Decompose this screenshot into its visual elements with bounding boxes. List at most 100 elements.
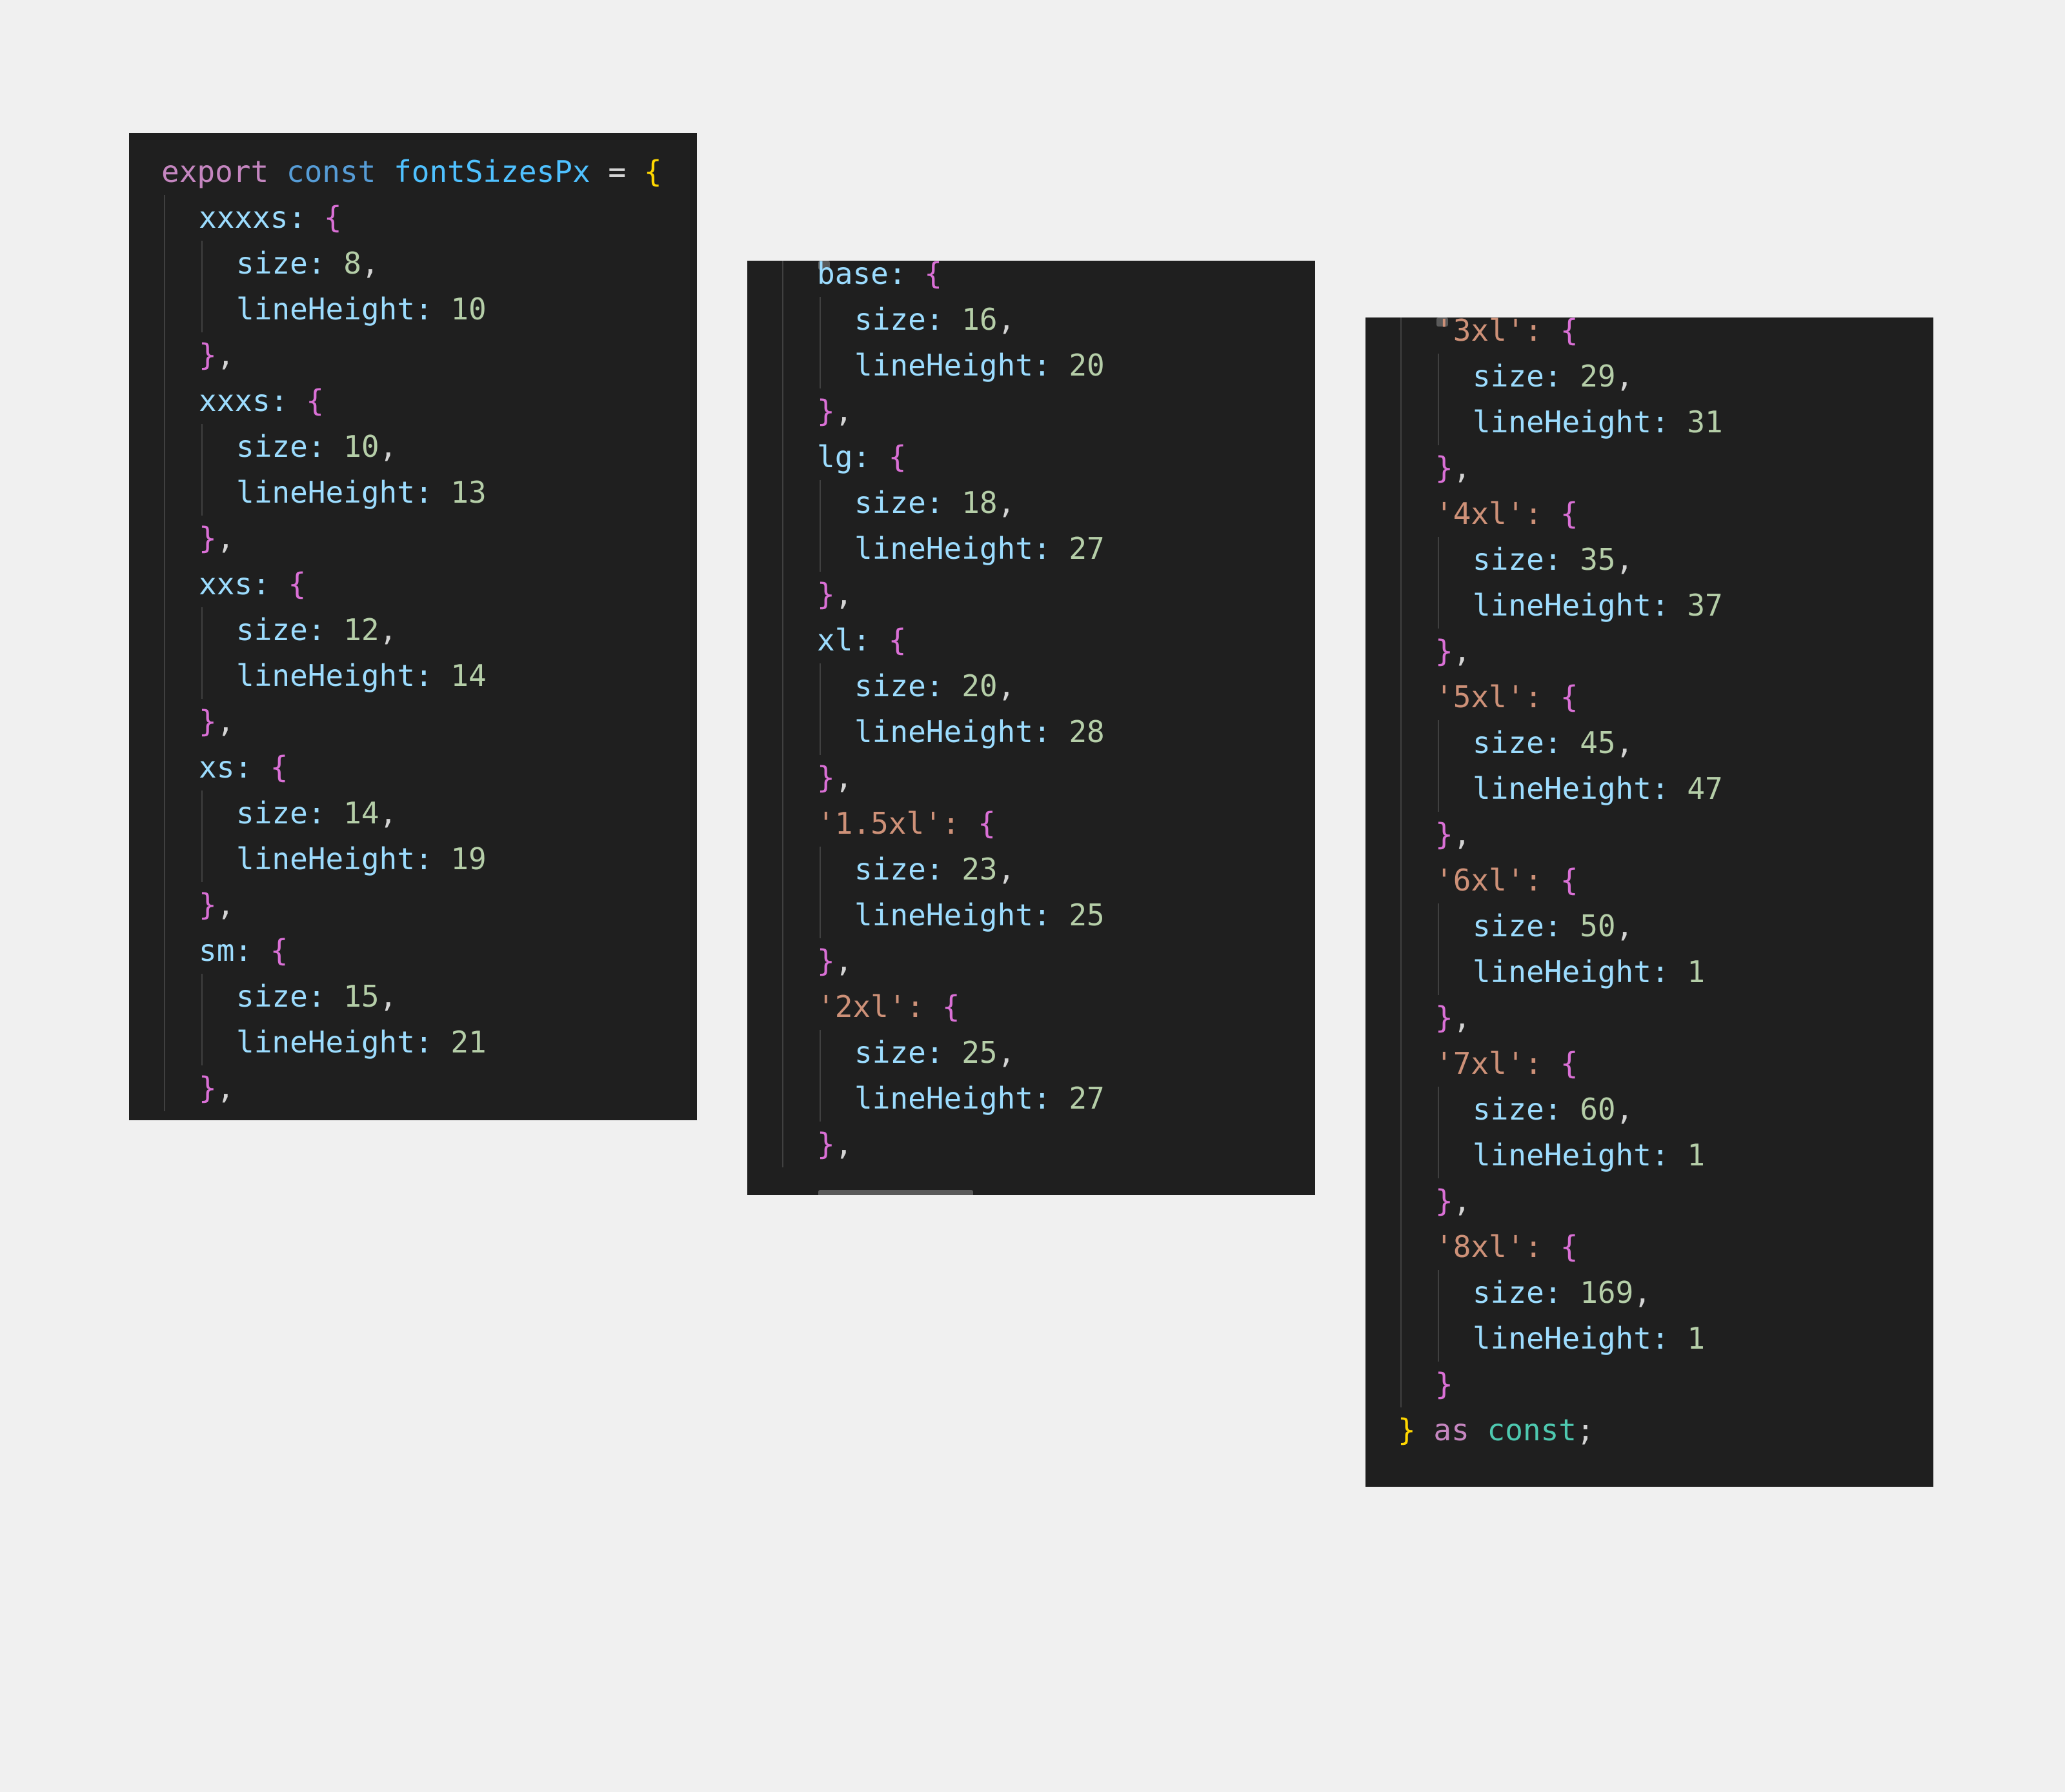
code-line-line-height: lineHeight: 1 xyxy=(1473,1316,1705,1362)
code-line-line-height: lineHeight: 31 xyxy=(1473,399,1723,445)
equals-operator: = xyxy=(608,154,627,189)
line-height-label: lineHeight: xyxy=(1473,588,1669,623)
size-value: 12 xyxy=(343,612,379,647)
code-line-line-height: lineHeight: 13 xyxy=(236,470,487,516)
comma: , xyxy=(1453,1000,1471,1035)
as-keyword: as xyxy=(1433,1413,1469,1447)
entry-open-brace: { xyxy=(288,567,307,601)
comma: , xyxy=(1453,634,1471,669)
code-line-line-height: lineHeight: 27 xyxy=(854,526,1105,572)
code-line-entry-key: '2xl': { xyxy=(817,984,960,1030)
entry-open-brace: { xyxy=(323,200,342,235)
entry-key: '4xl': xyxy=(1435,496,1543,531)
code-line-entry-key: '7xl': { xyxy=(1435,1041,1578,1087)
code-line-size: size: 16, xyxy=(854,297,1015,343)
comma: , xyxy=(1615,542,1634,577)
line-height-value: 27 xyxy=(1069,1081,1105,1116)
line-height-label: lineHeight: xyxy=(236,1025,433,1060)
entry-key: base: xyxy=(817,261,907,291)
indent-guide xyxy=(1438,903,1439,995)
line-height-value: 10 xyxy=(450,292,487,327)
code-line-size: size: 45, xyxy=(1473,720,1633,766)
comma: , xyxy=(834,943,853,978)
line-height-label: lineHeight: xyxy=(854,531,1051,566)
indent-guide xyxy=(820,480,821,572)
comma: , xyxy=(216,521,235,556)
line-height-label: lineHeight: xyxy=(854,898,1051,932)
indent-guide xyxy=(201,241,203,332)
code-line-size: size: 10, xyxy=(236,424,397,470)
comma: , xyxy=(216,1071,235,1105)
comma: , xyxy=(1615,725,1634,760)
code-line-entry-close: }, xyxy=(817,572,852,618)
line-height-label: lineHeight: xyxy=(1473,405,1669,439)
code-line-entry-key: '3xl': { xyxy=(1435,317,1578,354)
object-close-brace: } xyxy=(1398,1413,1416,1447)
line-height-value: 28 xyxy=(1069,714,1105,749)
indent-guide xyxy=(201,607,203,699)
comma: , xyxy=(834,577,853,612)
code-line-entry-close: }, xyxy=(199,516,234,561)
entry-close-brace: } xyxy=(1435,1000,1453,1035)
size-value: 10 xyxy=(343,429,379,464)
size-value: 35 xyxy=(1580,542,1616,577)
entry-key: '1.5xl': xyxy=(817,806,960,841)
comma: , xyxy=(1633,1275,1651,1310)
size-label: size: xyxy=(854,302,944,337)
entry-key: '2xl': xyxy=(817,989,925,1024)
code-line-declaration: export const fontSizesPx = { xyxy=(161,149,662,195)
entry-close-brace: } xyxy=(199,337,217,372)
code-line-entry-key: lg: { xyxy=(817,434,907,480)
indent-guide xyxy=(1438,537,1439,629)
entry-open-brace: { xyxy=(888,439,907,474)
code-line-entry-key: xxxs: { xyxy=(199,378,324,424)
code-line-entry-close: }, xyxy=(199,699,234,745)
line-height-value: 19 xyxy=(450,841,487,876)
code-line-line-height: lineHeight: 20 xyxy=(854,343,1105,388)
code-line-entry-close: }, xyxy=(199,1065,234,1111)
size-label: size: xyxy=(236,979,326,1014)
comma: , xyxy=(379,429,398,464)
comma: , xyxy=(1615,909,1634,943)
code-line-line-height: lineHeight: 37 xyxy=(1473,583,1723,629)
indent-guide xyxy=(1438,720,1439,812)
outer-indent-guide xyxy=(782,261,783,1167)
line-height-value: 47 xyxy=(1687,771,1723,806)
code-line-line-height: lineHeight: 28 xyxy=(854,709,1105,755)
code-line-size: size: 15, xyxy=(236,974,397,1020)
entry-close-brace: } xyxy=(817,394,835,428)
size-label: size: xyxy=(1473,1092,1562,1127)
code-line-entry-key: base: { xyxy=(817,261,942,297)
code-line-size: size: 20, xyxy=(854,663,1015,709)
entry-close-brace: } xyxy=(1435,450,1453,485)
code-line-entry-close: }, xyxy=(817,938,852,984)
entry-close-brace: } xyxy=(1435,817,1453,852)
line-height-label: lineHeight: xyxy=(1473,1138,1669,1173)
entry-close-brace: } xyxy=(199,704,217,739)
indent-guide xyxy=(1438,1087,1439,1178)
size-label: size: xyxy=(1473,542,1562,577)
export-keyword: export xyxy=(161,154,269,189)
line-height-value: 25 xyxy=(1069,898,1105,932)
entry-open-brace: { xyxy=(1560,317,1578,348)
entry-key: xxxs: xyxy=(199,383,288,418)
code-line-entry-close: }, xyxy=(817,1122,852,1167)
indent-guide xyxy=(820,297,821,388)
entry-close-brace: } xyxy=(1435,1367,1453,1402)
clipped-line-fragment xyxy=(818,1190,973,1195)
size-value: 45 xyxy=(1580,725,1616,760)
comma: , xyxy=(1453,817,1471,852)
code-line-size: size: 12, xyxy=(236,607,397,653)
comma: , xyxy=(834,394,853,428)
comma: , xyxy=(361,246,379,281)
code-line-line-height: lineHeight: 1 xyxy=(1473,949,1705,995)
entry-open-brace: { xyxy=(924,261,942,291)
indent-guide xyxy=(1438,1270,1439,1362)
code-line-size: size: 18, xyxy=(854,480,1015,526)
indent-guide xyxy=(201,974,203,1065)
code-line-entry-close: }, xyxy=(1435,629,1471,674)
line-height-label: lineHeight: xyxy=(1473,771,1669,806)
line-height-label: lineHeight: xyxy=(236,292,433,327)
entry-close-brace: } xyxy=(199,1071,217,1105)
size-label: size: xyxy=(1473,1275,1562,1310)
